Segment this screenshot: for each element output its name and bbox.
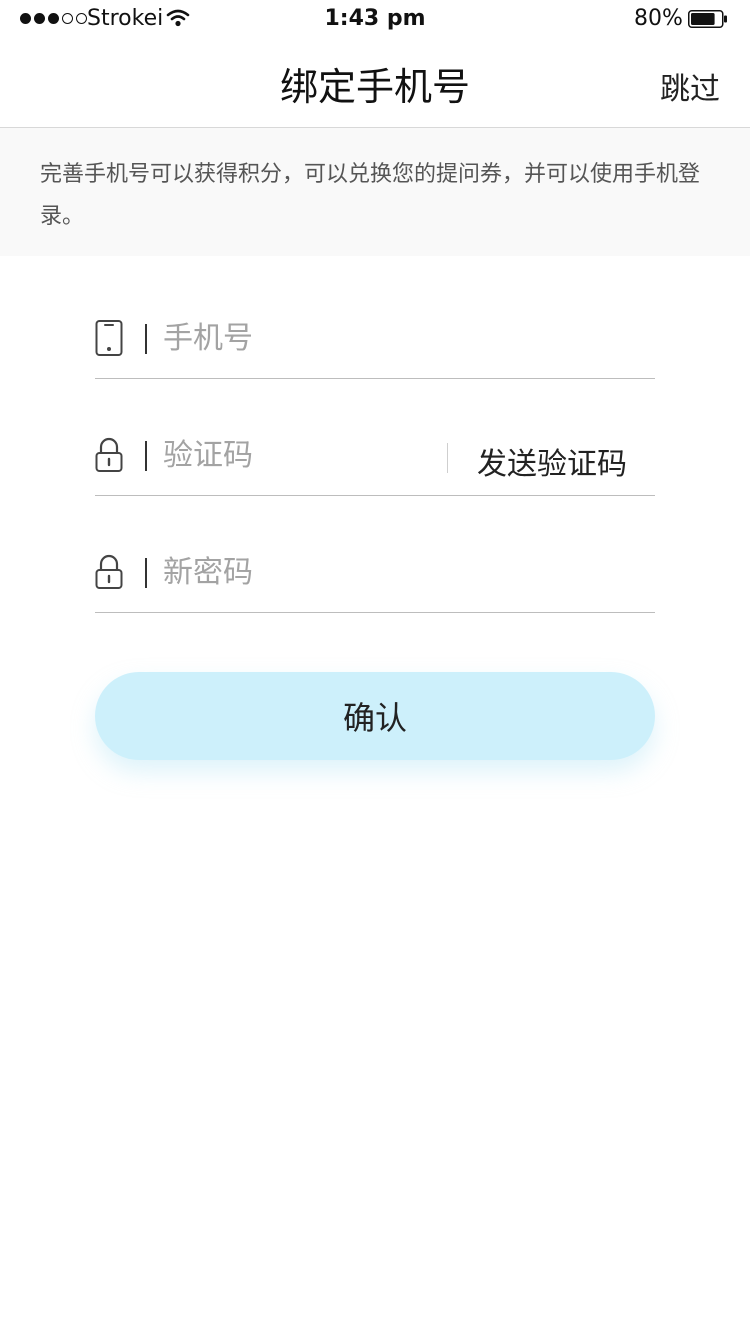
status-bar: Strokei 1:43 pm 80%	[0, 0, 750, 40]
smartphone-icon	[95, 320, 123, 356]
page-title: 绑定手机号	[279, 65, 470, 109]
info-banner-text: 完善手机号可以获得积分，可以兑换您的提问券，并可以使用手机登录。	[40, 162, 701, 229]
send-code-button[interactable]: 发送验证码	[477, 439, 627, 483]
verification-code-input[interactable]	[163, 433, 463, 477]
battery-icon	[688, 10, 727, 28]
info-banner: 完善手机号可以获得积分，可以兑换您的提问券，并可以使用手机登录。	[0, 128, 750, 256]
skip-button[interactable]: 跳过	[660, 64, 720, 108]
battery-percentage: 80%	[634, 6, 683, 31]
field-divider	[145, 558, 147, 588]
new-password-input[interactable]	[163, 550, 643, 594]
lock-icon	[95, 437, 123, 472]
phone-input[interactable]	[163, 316, 643, 360]
confirm-button[interactable]: 确认	[95, 672, 655, 760]
phone-field	[95, 288, 655, 379]
lock-icon	[95, 554, 123, 589]
new-password-field	[95, 522, 655, 613]
navigation-bar: 绑定手机号 跳过	[0, 40, 750, 128]
field-divider	[145, 441, 147, 471]
verification-code-field: 发送验证码	[95, 405, 655, 496]
field-divider	[145, 324, 147, 354]
bind-phone-screen: Strokei 1:43 pm 80% 绑定手机号 跳过 完善手机号可以获得积分…	[0, 0, 750, 1334]
send-code-divider	[447, 443, 448, 473]
